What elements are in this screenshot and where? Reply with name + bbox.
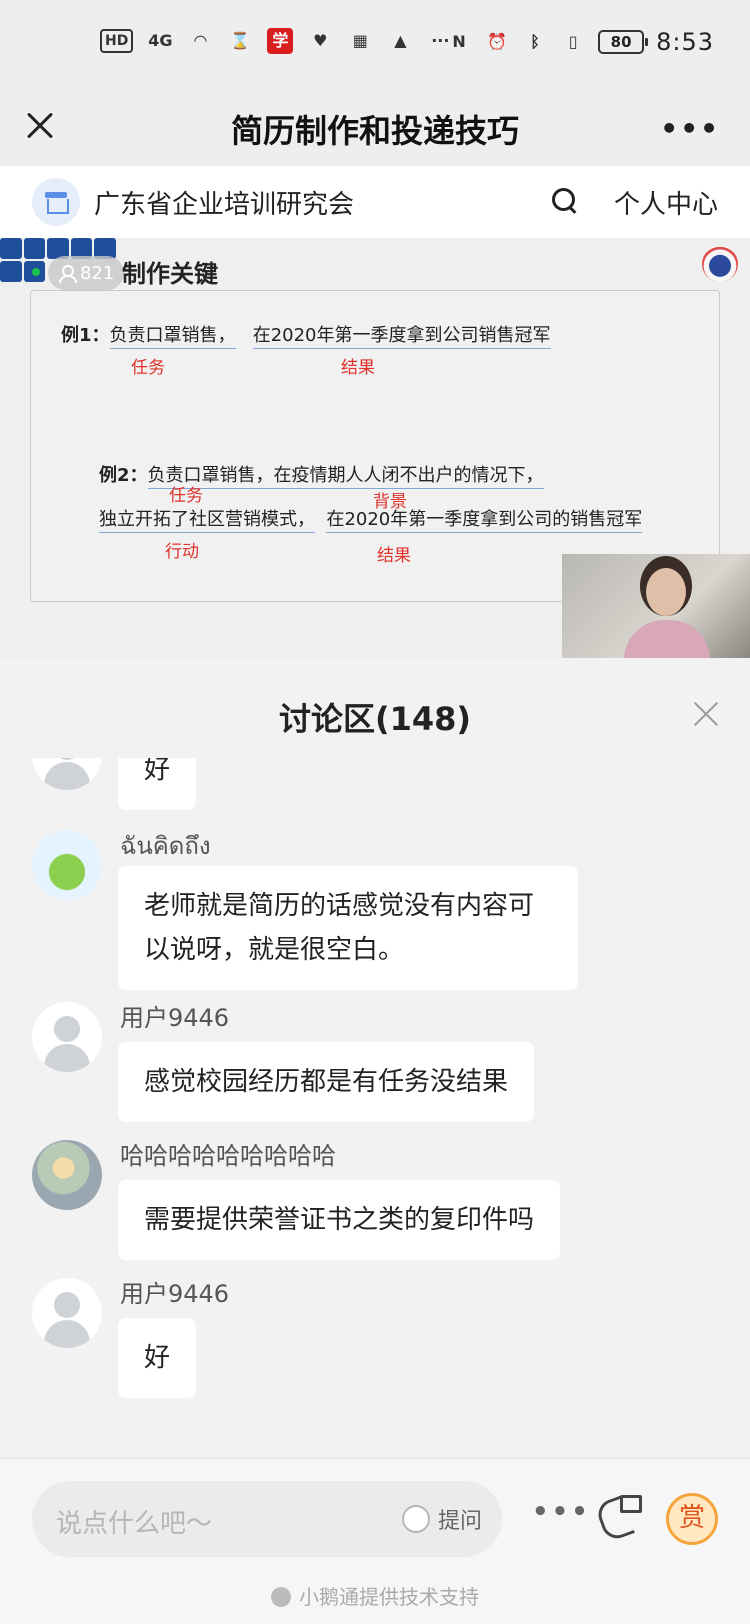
reward-button[interactable]: 赏	[666, 1493, 718, 1545]
call-request-icon[interactable]	[598, 1495, 642, 1539]
message-item: 用户9446 好	[32, 1278, 732, 1398]
user-avatar-icon[interactable]	[32, 1278, 102, 1348]
more-actions-button[interactable]: •••	[532, 1497, 591, 1527]
example2-line1: 例2：负责口罩销售，在疫情期人人闭不出户的情况下，	[99, 461, 544, 489]
example2-tag-action: 行动	[165, 542, 199, 562]
org-header: 广东省企业培训研究会 个人中心	[0, 166, 750, 238]
status-left-icons: HD 4G ◠ ⌛ 学 ♥ ▦ ▲ ···	[100, 28, 453, 54]
example1-result-text: 在2020年第一季度拿到公司销售冠军	[252, 325, 551, 349]
bluetooth-icon: ᛒ	[530, 32, 540, 51]
more-options-button[interactable]: •••	[660, 112, 720, 145]
message-bubble: 好	[118, 758, 197, 810]
example2-result-text: 在2020年第一季度拿到公司的销售冠军	[326, 509, 643, 533]
example1-prefix: 例1	[61, 325, 92, 346]
chat-input[interactable]: 说点什么吧～ 提问	[32, 1481, 502, 1557]
example2-background-text: 在疫情期人人闭不出户的情况下，	[273, 465, 544, 489]
example2-tag-result: 结果	[377, 546, 411, 566]
live-video[interactable]: 821 制作关键 例1：负责口罩销售， 在2020年第一季度拿到公司销售冠军 任…	[0, 238, 750, 658]
discussion-title: 讨论区(148)	[278, 700, 472, 738]
user-icon	[58, 265, 77, 283]
colon: ：	[129, 465, 148, 486]
example2-action-text: 独立开拓了社区营销模式，	[99, 509, 315, 533]
message-item: 好	[32, 758, 732, 830]
example2-task-text: 负责口罩销售，	[147, 465, 274, 489]
message-bubble: 好	[118, 1318, 197, 1398]
message-sender-name: 用户9446	[120, 1004, 230, 1032]
battery-indicator: 80	[598, 30, 649, 54]
message-bubble: 老师就是简历的话感觉没有内容可以说呀，就是很空白。	[118, 866, 578, 990]
page-title: 简历制作和投递技巧	[230, 112, 519, 150]
presenter-body	[624, 620, 710, 658]
example2-line2: 独立开拓了社区营销模式， 在2020年第一季度拿到公司的销售冠军	[99, 505, 643, 533]
message-sender-name: 哈哈哈哈哈哈哈哈哈	[120, 1142, 336, 1170]
vibrate-icon: ▯	[568, 32, 578, 51]
powered-by-text: 小鹅通提供技术支持	[0, 1581, 750, 1610]
viewer-count: 821	[80, 262, 115, 284]
xiaoe-logo-icon	[271, 1587, 291, 1607]
example2-tag-task: 任务	[169, 486, 203, 506]
org-logo-icon	[702, 246, 738, 282]
ask-question-label[interactable]: 提问	[438, 1503, 482, 1535]
message-list[interactable]: 好 ฉันคิดถึง 老师就是简历的话感觉没有内容可以说呀，就是很空白。 用户…	[0, 758, 750, 1458]
alarm-icon: ⏰	[487, 32, 508, 51]
live-dot-icon	[32, 268, 40, 276]
message-sender-name: 用户9446	[120, 1280, 230, 1308]
discussion-header: 讨论区(148)	[0, 658, 750, 758]
message-item: 用户9446 感觉校园经历都是有任务没结果	[32, 1002, 732, 1122]
colon: ：	[91, 325, 110, 346]
user-avatar-icon[interactable]	[32, 1002, 102, 1072]
chat-footer: 说点什么吧～ 提问 ••• 赏 小鹅通提供技术支持	[0, 1458, 750, 1624]
clock: 8:53	[656, 28, 714, 56]
example1-task-text: 负责口罩销售，	[109, 325, 236, 349]
status-right-icons: N ⏰ ᛒ ▯ 80 8:53	[446, 28, 714, 56]
message-sender-name: ฉันคิดถึง	[120, 832, 211, 860]
hd-icon: HD	[100, 29, 134, 53]
ask-question-radio[interactable]	[402, 1505, 430, 1533]
chat-input-placeholder: 说点什么吧～	[56, 1509, 213, 1539]
presenter-head	[646, 568, 686, 616]
close-discussion-icon[interactable]	[690, 698, 722, 730]
title-bar: 简历制作和投递技巧 •••	[0, 92, 750, 166]
org-name[interactable]: 广东省企业培训研究会	[94, 184, 354, 221]
app-notification-icon: 学	[267, 28, 294, 54]
heart-icon: ♥	[313, 31, 328, 50]
discussion-panel: 讨论区(148) 好 ฉันคิดถึง 老师就是简历的话感觉没有内容可以说呀，…	[0, 658, 750, 1458]
personal-center-link[interactable]: 个人中心	[614, 184, 718, 221]
signal-4g-icon: 4G	[148, 31, 173, 50]
bell-icon: ▲	[394, 31, 407, 50]
nfc-icon: N	[452, 32, 466, 51]
example2-prefix: 例2	[99, 465, 130, 486]
presenter-camera-thumbnail[interactable]	[562, 554, 750, 658]
slide-title: 制作关键	[122, 260, 218, 288]
example1-tag-result: 结果	[341, 358, 375, 378]
message-bubble: 需要提供荣誉证书之类的复印件吗	[118, 1180, 561, 1260]
calendar-icon: ▦	[352, 31, 368, 50]
user-avatar-icon[interactable]	[32, 758, 102, 790]
search-icon[interactable]	[550, 186, 578, 214]
hourglass-icon: ⌛	[230, 31, 251, 50]
shop-icon[interactable]	[32, 178, 80, 226]
frog-avatar[interactable]	[32, 830, 102, 900]
photo-avatar[interactable]	[32, 1140, 102, 1210]
example1-line: 例1：负责口罩销售， 在2020年第一季度拿到公司销售冠军	[61, 321, 551, 349]
message-bubble: 感觉校园经历都是有任务没结果	[118, 1042, 535, 1122]
message-item: ฉันคิดถึง 老师就是简历的话感觉没有内容可以说呀，就是很空白。	[32, 830, 732, 990]
status-bar: HD 4G ◠ ⌛ 学 ♥ ▦ ▲ ··· N ⏰ ᛒ ▯ 80 8:53	[0, 0, 750, 92]
powered-by-label: 小鹅通提供技术支持	[299, 1585, 479, 1609]
message-item: 哈哈哈哈哈哈哈哈哈 需要提供荣誉证书之类的复印件吗	[32, 1140, 732, 1260]
wifi-icon: ◠	[194, 31, 207, 50]
example1-tag-task: 任务	[131, 358, 165, 378]
viewer-count-badge: 821	[48, 256, 125, 290]
